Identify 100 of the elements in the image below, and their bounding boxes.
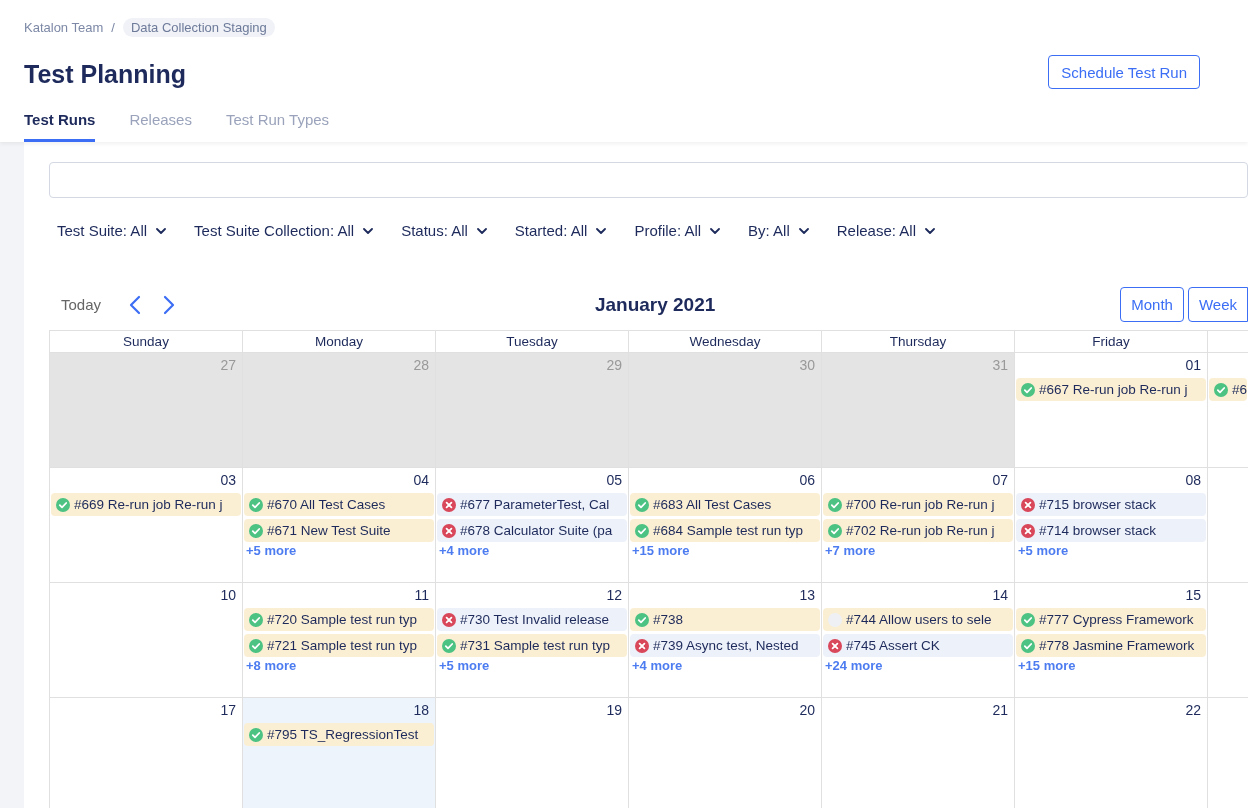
check-circle-icon <box>1021 382 1035 397</box>
day-cell[interactable]: 08 #715 browser stack #714 browser stack +5 more <box>1015 468 1208 583</box>
day-cell[interactable]: 18 #795 TS_RegressionTest <box>243 698 436 808</box>
test-run-event[interactable]: #683 All Test Cases <box>630 493 820 516</box>
day-number: 08 <box>1185 472 1201 488</box>
filter-dropdown[interactable]: Status: All <box>393 216 495 245</box>
chevron-down-icon <box>596 227 607 234</box>
chevron-down-icon <box>925 227 935 234</box>
test-run-event[interactable]: #669 Re-run job Re-run j <box>51 493 241 516</box>
breadcrumb-current[interactable]: Data Collection Staging <box>122 17 275 37</box>
filter-dropdown[interactable]: Profile: All <box>626 216 729 245</box>
day-cell[interactable]: 05 #677 ParameterTest, Cal #678 Calculator Suite (pa +4 more <box>436 468 629 583</box>
more-link[interactable]: +4 more <box>437 543 627 558</box>
test-run-event[interactable]: #702 Re-run job Re-run j <box>823 519 1013 542</box>
x-circle-icon <box>442 497 456 512</box>
test-run-event[interactable]: #684 Sample test run typ <box>630 519 820 542</box>
test-run-event[interactable]: #744 Allow users to sele <box>823 608 1013 631</box>
chevron-left-icon <box>129 294 142 315</box>
test-run-event[interactable]: #670 All Test Cases <box>244 493 434 516</box>
day-cell[interactable]: 06 #683 All Test Cases #684 Sample test run typ +15 more <box>629 468 822 583</box>
more-link[interactable]: +5 more <box>244 543 434 558</box>
check-circle-icon <box>635 497 649 512</box>
day-cell[interactable]: 11 #720 Sample test run typ #721 Sample test run typ +8 more <box>243 583 436 698</box>
filter-dropdown[interactable]: Release: All <box>828 216 943 245</box>
view-button[interactable]: Week <box>1187 287 1248 322</box>
filter-dropdown[interactable]: By: All <box>740 216 817 245</box>
filter-dropdown[interactable]: Test Suite: All <box>49 216 175 245</box>
filter-dropdown[interactable]: Started: All <box>506 216 615 245</box>
check-circle-icon <box>56 497 70 512</box>
day-number: 18 <box>413 702 429 718</box>
day-cell[interactable]: 07 #700 Re-run job Re-run j #702 Re-run job Re-run j +7 more <box>822 468 1015 583</box>
weekday-header: Wednesday <box>689 334 761 349</box>
page-title: Test Planning <box>24 59 187 89</box>
previous-button[interactable] <box>129 294 142 315</box>
filter-dropdown[interactable]: Test Suite Collection: All <box>186 216 382 245</box>
day-cell[interactable]: 03 #669 Re-run job Re-run j <box>50 468 243 583</box>
test-run-event[interactable]: #715 browser stack <box>1016 493 1206 516</box>
test-run-event[interactable]: #730 Test Invalid release <box>437 608 627 631</box>
x-circle-icon <box>1021 523 1035 538</box>
chevron-down-icon <box>798 227 809 234</box>
test-run-event[interactable]: #778 Jasmine Framework <box>1016 634 1206 657</box>
test-run-event[interactable]: #731 Sample test run typ <box>437 634 627 657</box>
check-circle-icon <box>249 523 263 538</box>
test-run-event[interactable]: #671 New Test Suite <box>244 519 434 542</box>
x-circle-icon <box>442 612 456 627</box>
more-link[interactable]: +4 more <box>630 658 820 673</box>
day-cell[interactable]: 15 #777 Cypress Framework #778 Jasmine Framework +15 more <box>1015 583 1208 698</box>
check-circle-icon <box>828 497 842 512</box>
day-cell[interactable]: #6 <box>1208 353 1248 468</box>
test-run-event[interactable]: #720 Sample test run typ <box>244 608 434 631</box>
day-cell[interactable]: 14 #744 Allow users to sele #745 Assert CK +24 more <box>822 583 1015 698</box>
test-run-event[interactable]: #795 TS_RegressionTest <box>244 723 434 746</box>
day-number: 04 <box>413 472 429 488</box>
more-link[interactable]: +8 more <box>244 658 434 673</box>
breadcrumb-separator: / <box>111 19 115 35</box>
day-number: 30 <box>799 357 815 373</box>
weekday-header: Thursday <box>889 334 947 349</box>
empty-circle-icon <box>828 612 842 627</box>
test-run-event[interactable]: #6 <box>1209 378 1247 401</box>
x-circle-icon <box>1021 497 1035 512</box>
day-number: 13 <box>799 587 815 603</box>
x-circle-icon <box>635 638 649 653</box>
more-link[interactable]: +24 more <box>823 658 1013 673</box>
test-run-event[interactable]: #777 Cypress Framework <box>1016 608 1206 631</box>
test-run-event[interactable]: #739 Async test, Nested <box>630 634 820 657</box>
search-field[interactable] <box>49 162 1248 198</box>
breadcrumb-link[interactable]: Katalon Team <box>24 19 104 35</box>
more-link[interactable]: +5 more <box>1016 543 1206 558</box>
more-link[interactable]: +15 more <box>630 543 820 558</box>
day-cell[interactable]: 22 <box>1015 698 1208 808</box>
weekday-header: Sunday <box>123 334 169 349</box>
more-link[interactable]: +15 more <box>1016 658 1206 673</box>
check-circle-icon <box>249 638 263 653</box>
test-run-event[interactable]: #745 Assert CK <box>823 634 1013 657</box>
today-button[interactable]: Today <box>49 296 114 313</box>
day-cell[interactable]: 19 <box>436 698 629 808</box>
next-button[interactable] <box>163 294 176 315</box>
more-link[interactable]: +7 more <box>823 543 1013 558</box>
day-cell[interactable]: 10 <box>50 583 243 698</box>
test-run-event[interactable]: #678 Calculator Suite (pa <box>437 519 627 542</box>
more-link[interactable]: +5 more <box>437 658 627 673</box>
day-number: 05 <box>606 472 622 488</box>
test-run-event[interactable]: #677 ParameterTest, Cal <box>437 493 627 516</box>
day-number: 27 <box>220 357 236 373</box>
day-cell[interactable]: 04 #670 All Test Cases #671 New Test Suite +5 more <box>243 468 436 583</box>
test-run-event[interactable]: #700 Re-run job Re-run j <box>823 493 1013 516</box>
day-number: 17 <box>220 702 236 718</box>
test-run-event[interactable]: #721 Sample test run typ <box>244 634 434 657</box>
day-cell[interactable]: 13 #738 #739 Async test, Nested +4 more <box>629 583 822 698</box>
weekday-header: Tuesday <box>506 334 558 349</box>
test-run-event[interactable]: #738 <box>630 608 820 631</box>
day-cell[interactable]: 20 <box>629 698 822 808</box>
day-cell[interactable]: 21 <box>822 698 1015 808</box>
check-circle-icon <box>249 612 263 627</box>
day-cell[interactable]: 01 #667 Re-run job Re-run j <box>1015 353 1208 468</box>
schedule-test-run-button[interactable]: Schedule Test Run <box>1048 55 1200 89</box>
view-button[interactable]: Month <box>1120 287 1184 322</box>
test-run-event[interactable]: #714 browser stack <box>1016 519 1206 542</box>
test-run-event[interactable]: #667 Re-run job Re-run j <box>1016 378 1206 401</box>
day-cell[interactable]: 12 #730 Test Invalid release #731 Sample test run typ +5 more <box>436 583 629 698</box>
